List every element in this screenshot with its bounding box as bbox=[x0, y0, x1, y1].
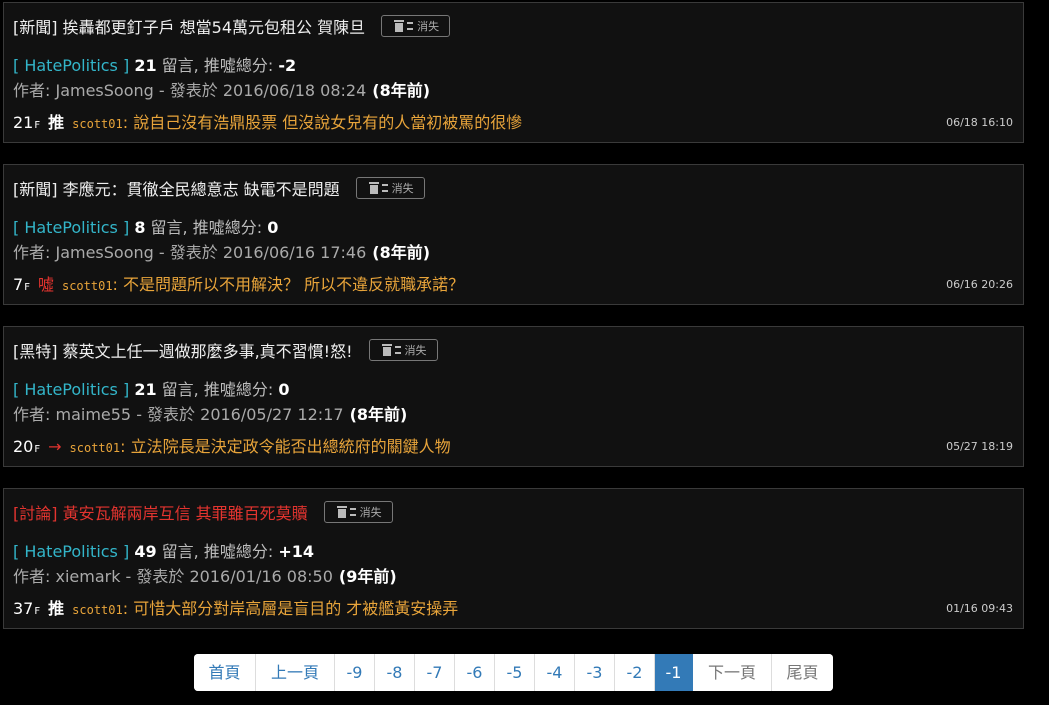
floor-number: 7F bbox=[13, 275, 30, 294]
push-tag: 推 bbox=[48, 113, 65, 132]
comment-text: : 可惜大部分對岸高層是盲目的 才被艦黃安操弄 bbox=[122, 599, 459, 618]
post-title[interactable]: [黑特] 蔡英文上任一週做那麼多事,真不習慣!怒! bbox=[13, 338, 353, 362]
hide-button[interactable]: 消失 bbox=[323, 501, 393, 523]
comment-count-label: 留言, 推噓總分: bbox=[150, 218, 263, 237]
boo-tag: 噓 bbox=[37, 275, 54, 294]
page-button[interactable]: -4 bbox=[535, 654, 575, 691]
trash-icon bbox=[336, 506, 347, 518]
author-date: 作者: maime55 - 發表於 2016/05/27 12:17 bbox=[13, 405, 344, 424]
trash-icon bbox=[394, 20, 405, 32]
page-button[interactable]: -8 bbox=[375, 654, 415, 691]
comment-user[interactable]: scott01 bbox=[62, 279, 113, 293]
list-icon bbox=[407, 22, 414, 30]
comment-user[interactable]: scott01 bbox=[72, 603, 123, 617]
post-meta: [ HatePolitics ] 21 留言, 推噓總分: 0 bbox=[13, 376, 289, 400]
post-author-line: 作者: JamesSoong - 發表於 2016/06/18 08:24 (8年… bbox=[13, 77, 430, 101]
post-meta: [ HatePolitics ] 21 留言, 推噓總分: -2 bbox=[13, 52, 296, 76]
comment-line: 37F 推 scott01: 可惜大部分對岸高層是盲目的 才被艦黃安操弄 bbox=[13, 595, 458, 619]
score: 0 bbox=[278, 380, 290, 399]
post-title-row: [新聞] 挨轟都更釘子戶 想當54萬元包租公 賀陳旦 消失 bbox=[13, 14, 451, 38]
post-meta: [ HatePolitics ] 8 留言, 推噓總分: 0 bbox=[13, 214, 278, 238]
post-author-line: 作者: maime55 - 發表於 2016/05/27 12:17 (8年前) bbox=[13, 401, 407, 425]
hide-button[interactable]: 消失 bbox=[368, 339, 438, 361]
post-card: [新聞] 挨轟都更釘子戶 想當54萬元包租公 賀陳旦 消失 [ HatePoli… bbox=[3, 2, 1024, 143]
post-title[interactable]: [新聞] 挨轟都更釘子戶 想當54萬元包租公 賀陳旦 bbox=[13, 14, 365, 38]
score: -2 bbox=[278, 56, 297, 75]
comment-time: 05/27 18:19 bbox=[946, 440, 1013, 453]
comment-line: 21F 推 scott01: 說自己沒有浩鼎股票 但沒說女兒有的人當初被罵的很慘 bbox=[13, 109, 522, 133]
comment-user[interactable]: scott01 bbox=[72, 117, 123, 131]
push-tag: 推 bbox=[48, 599, 65, 618]
hide-button-label: 消失 bbox=[391, 182, 414, 195]
list-icon bbox=[394, 346, 401, 354]
hide-button-label: 消失 bbox=[417, 20, 440, 33]
first-page-button[interactable]: 首頁 bbox=[194, 654, 256, 691]
time-ago: (8年前) bbox=[349, 405, 408, 424]
hide-button-label: 消失 bbox=[359, 506, 382, 519]
author-date: 作者: JamesSoong - 發表於 2016/06/18 08:24 bbox=[13, 81, 367, 100]
comment-count-label: 留言, 推噓總分: bbox=[161, 542, 274, 561]
time-ago: (8年前) bbox=[372, 81, 431, 100]
post-author-line: 作者: xiemark - 發表於 2016/01/16 08:50 (9年前) bbox=[13, 563, 397, 587]
comment-count: 49 bbox=[134, 542, 157, 561]
trash-icon bbox=[381, 344, 392, 356]
post-title[interactable]: [討論] 黃安瓦解兩岸互信 其罪雖百死莫贖 bbox=[13, 500, 308, 524]
prev-page-button[interactable]: 上一頁 bbox=[256, 654, 335, 691]
hide-button[interactable]: 消失 bbox=[381, 15, 451, 37]
board-link[interactable]: [ HatePolitics ] bbox=[13, 56, 129, 75]
list-icon bbox=[349, 508, 356, 516]
current-page-button[interactable]: -1 bbox=[655, 654, 693, 691]
list-icon bbox=[381, 184, 388, 192]
author-date: 作者: xiemark - 發表於 2016/01/16 08:50 bbox=[13, 567, 333, 586]
page-button[interactable]: -6 bbox=[455, 654, 495, 691]
post-author-line: 作者: JamesSoong - 發表於 2016/06/16 17:46 (8年… bbox=[13, 239, 430, 263]
post-title-row: [黑特] 蔡英文上任一週做那麼多事,真不習慣!怒! 消失 bbox=[13, 338, 438, 362]
comment-line: 7F 噓 scott01: 不是問題所以不用解決？ 所以不違反就職承諾？ bbox=[13, 271, 464, 295]
post-title-row: [討論] 黃安瓦解兩岸互信 其罪雖百死莫贖 消失 bbox=[13, 500, 393, 524]
post-title[interactable]: [新聞] 李應元：貫徹全民總意志 缺電不是問題 bbox=[13, 176, 340, 200]
post-card: [新聞] 李應元：貫徹全民總意志 缺電不是問題 消失 [ HatePolitic… bbox=[3, 164, 1024, 305]
comment-time: 06/18 16:10 bbox=[946, 116, 1013, 129]
last-page-button[interactable]: 尾頁 bbox=[772, 654, 833, 691]
comment-time: 01/16 09:43 bbox=[946, 602, 1013, 615]
floor-number: 21F bbox=[13, 113, 41, 132]
comment-time: 06/16 20:26 bbox=[946, 278, 1013, 291]
comment-count-label: 留言, 推噓總分: bbox=[161, 56, 274, 75]
page-button[interactable]: -9 bbox=[335, 654, 375, 691]
score: +14 bbox=[278, 542, 315, 561]
board-link[interactable]: [ HatePolitics ] bbox=[13, 218, 129, 237]
hide-button-label: 消失 bbox=[404, 344, 427, 357]
board-link[interactable]: [ HatePolitics ] bbox=[13, 542, 129, 561]
post-card: [討論] 黃安瓦解兩岸互信 其罪雖百死莫贖 消失 [ HatePolitics … bbox=[3, 488, 1024, 629]
arrow-icon: → bbox=[48, 437, 62, 456]
page-button[interactable]: -3 bbox=[575, 654, 615, 691]
board-link[interactable]: [ HatePolitics ] bbox=[13, 380, 129, 399]
time-ago: (8年前) bbox=[372, 243, 431, 262]
floor-number: 20F bbox=[13, 437, 41, 456]
score: 0 bbox=[267, 218, 279, 237]
page-button[interactable]: -2 bbox=[615, 654, 655, 691]
trash-icon bbox=[368, 182, 379, 194]
comment-line: 20F → scott01: 立法院長是決定政令能否出總統府的關鍵人物 bbox=[13, 433, 451, 457]
comment-text: : 立法院長是決定政令能否出總統府的關鍵人物 bbox=[120, 437, 451, 456]
comment-count-label: 留言, 推噓總分: bbox=[161, 380, 274, 399]
next-page-button[interactable]: 下一頁 bbox=[693, 654, 772, 691]
page-button[interactable]: -5 bbox=[495, 654, 535, 691]
page-button[interactable]: -7 bbox=[415, 654, 455, 691]
post-card: [黑特] 蔡英文上任一週做那麼多事,真不習慣!怒! 消失 [ HatePolit… bbox=[3, 326, 1024, 467]
comment-count: 21 bbox=[134, 380, 157, 399]
pagination: 首頁 上一頁 -9 -8 -7 -6 -5 -4 -3 -2 -1 下一頁 尾頁 bbox=[194, 654, 833, 691]
comment-user[interactable]: scott01 bbox=[70, 441, 121, 455]
comment-count: 21 bbox=[134, 56, 157, 75]
comment-text: : 不是問題所以不用解決？ 所以不違反就職承諾？ bbox=[112, 275, 465, 294]
post-title-row: [新聞] 李應元：貫徹全民總意志 缺電不是問題 消失 bbox=[13, 176, 425, 200]
time-ago: (9年前) bbox=[338, 567, 397, 586]
post-meta: [ HatePolitics ] 49 留言, 推噓總分: +14 bbox=[13, 538, 314, 562]
comment-text: : 說自己沒有浩鼎股票 但沒說女兒有的人當初被罵的很慘 bbox=[122, 113, 523, 132]
comment-count: 8 bbox=[134, 218, 146, 237]
floor-number: 37F bbox=[13, 599, 41, 618]
hide-button[interactable]: 消失 bbox=[355, 177, 425, 199]
author-date: 作者: JamesSoong - 發表於 2016/06/16 17:46 bbox=[13, 243, 367, 262]
